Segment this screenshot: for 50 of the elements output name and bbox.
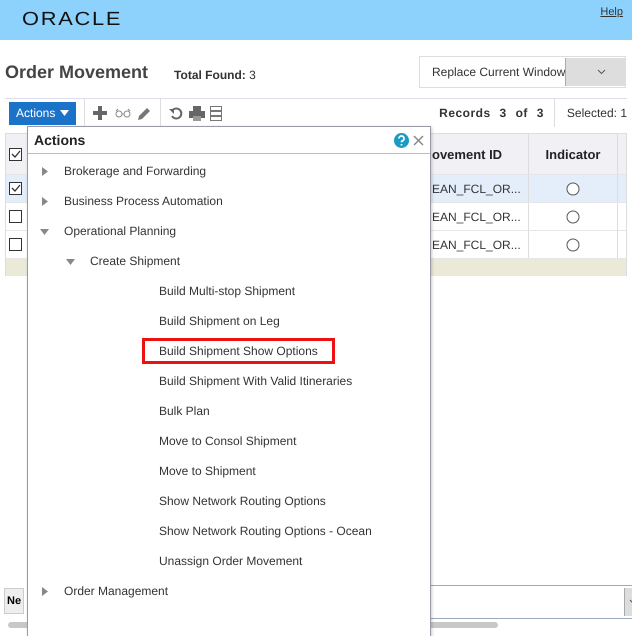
action-item[interactable]: Move to Consol Shipment — [142, 428, 314, 454]
action-item[interactable]: Build Shipment With Valid Itineraries — [142, 368, 370, 394]
close-icon[interactable] — [413, 134, 424, 146]
collapse-icon[interactable] — [40, 226, 48, 236]
action-item[interactable]: Unassign Order Movement — [142, 548, 320, 574]
pencil-icon[interactable] — [137, 106, 152, 120]
tree-node[interactable]: Brokerage and Forwarding — [64, 164, 206, 178]
collapse-icon[interactable] — [66, 256, 74, 266]
checkbox[interactable] — [9, 238, 22, 251]
page-title: Order Movement — [5, 62, 148, 82]
help-link[interactable]: Help — [600, 6, 623, 18]
column-header[interactable]: ovement ID — [432, 134, 529, 174]
refresh-icon[interactable] — [169, 106, 184, 120]
action-item[interactable]: Build Shipment on Leg — [142, 308, 297, 334]
print-icon[interactable] — [189, 106, 206, 120]
popup-title: Actions — [34, 132, 86, 148]
total-found: Total Found: 3 — [174, 68, 256, 82]
action-item[interactable]: Build Shipment Show Options — [142, 338, 335, 364]
new-button[interactable]: Ne — [4, 588, 24, 614]
help-icon[interactable] — [394, 132, 409, 148]
checkbox[interactable] — [9, 210, 22, 223]
tree-node[interactable]: Operational Planning — [64, 224, 176, 238]
radio-button[interactable] — [566, 210, 580, 224]
tree-node[interactable]: Business Process Automation — [64, 194, 223, 208]
glasses-icon[interactable] — [115, 108, 132, 118]
table-cell: EAN_FCL_OR... — [432, 238, 521, 252]
columns-icon[interactable] — [210, 106, 222, 120]
action-item[interactable]: Bulk Plan — [142, 398, 227, 424]
logo: ORACLE — [22, 9, 122, 31]
action-item[interactable]: Build Multi-stop Shipment — [142, 278, 312, 304]
column-header[interactable]: Indicator — [529, 134, 618, 174]
selected-count: Selected: 1 — [566, 106, 627, 120]
expand-icon[interactable] — [40, 586, 48, 596]
action-item[interactable]: Show Network Routing Options — [142, 488, 343, 514]
window-select[interactable]: Replace Current Window — [419, 56, 626, 88]
radio-button[interactable] — [566, 238, 580, 252]
checkbox[interactable] — [9, 182, 22, 195]
table-cell: EAN_FCL_OR... — [432, 210, 521, 224]
expand-icon[interactable] — [40, 196, 48, 206]
checkbox[interactable] — [9, 148, 22, 160]
action-item[interactable]: Move to Shipment — [142, 458, 273, 484]
tree-node[interactable]: Order Management — [64, 584, 168, 598]
tree-node[interactable]: Create Shipment — [90, 254, 180, 268]
actions-button[interactable]: Actions — [9, 102, 76, 124]
add-icon[interactable] — [93, 106, 108, 120]
table-cell: EAN_FCL_OR... — [432, 182, 521, 196]
records-count: Records 3 of 3 — [439, 106, 544, 120]
select-field[interactable] — [430, 585, 632, 619]
action-item[interactable]: Show Network Routing Options - Ocean — [142, 518, 389, 544]
radio-button[interactable] — [566, 182, 580, 196]
